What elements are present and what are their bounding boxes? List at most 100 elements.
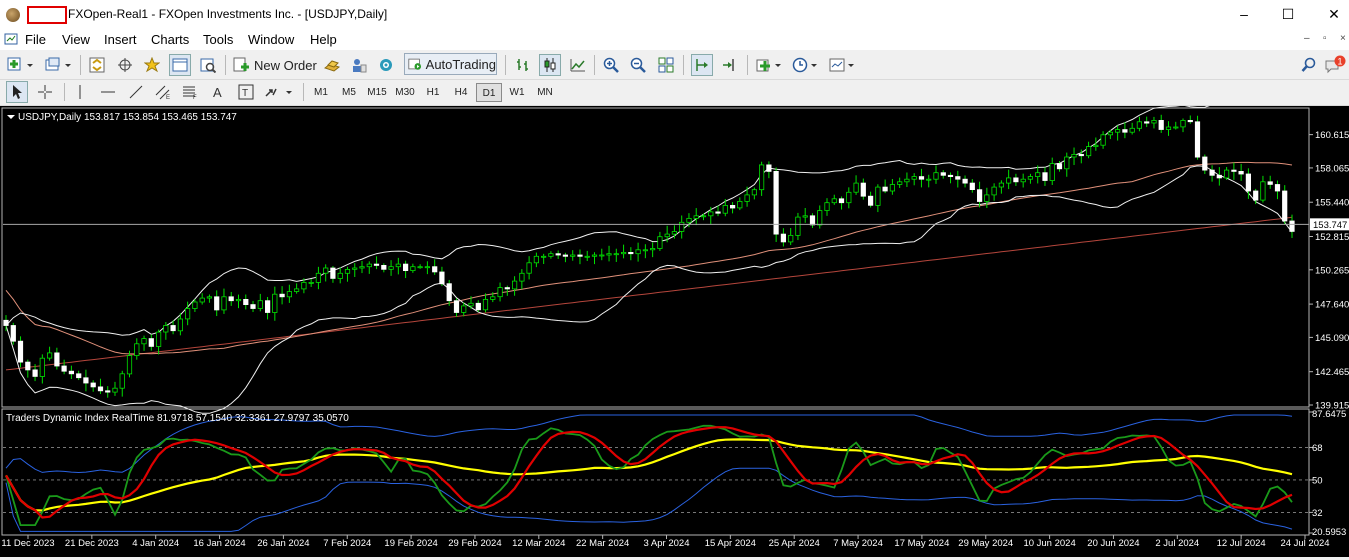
terminal-icon[interactable]	[169, 54, 191, 76]
profiles-icon[interactable]	[44, 54, 74, 76]
signals-icon[interactable]	[349, 54, 369, 76]
search-icon[interactable]	[1299, 54, 1319, 76]
auto-scroll-icon[interactable]	[720, 54, 740, 76]
bearish-candle	[1122, 129, 1128, 133]
bar-chart-icon[interactable]	[513, 54, 533, 76]
crosshair-move-icon[interactable]	[115, 54, 135, 76]
candlestick-chart-icon[interactable]	[539, 54, 561, 76]
menu-window[interactable]: Window	[248, 32, 294, 47]
fibonacci-icon[interactable]: F	[180, 81, 200, 103]
autotrading-icon	[408, 58, 422, 70]
mdi-minimize-button[interactable]: –	[1304, 33, 1310, 44]
period-w1[interactable]: W1	[504, 83, 530, 102]
bullish-candle	[235, 298, 242, 302]
new-order-button[interactable]: New Order	[233, 54, 317, 76]
autotrading-button[interactable]: AutoTrading	[404, 53, 497, 75]
bullish-candle	[323, 267, 329, 274]
menu-help[interactable]: Help	[310, 32, 337, 47]
period-d1[interactable]: D1	[476, 83, 502, 102]
bullish-candle	[308, 281, 314, 284]
bullish-candle	[584, 255, 590, 258]
period-m1[interactable]: M1	[308, 83, 334, 102]
period-h4[interactable]: H4	[448, 83, 474, 102]
new-chart-icon[interactable]	[6, 54, 36, 76]
tile-windows-icon[interactable]	[656, 54, 676, 76]
bullish-candle	[744, 194, 750, 202]
bullish-candle	[621, 251, 627, 255]
period-mn[interactable]: MN	[532, 83, 558, 102]
indicators-icon[interactable]	[755, 54, 785, 76]
chart-shift-icon[interactable]	[691, 54, 713, 76]
equidistant-channel-icon[interactable]: E	[153, 81, 173, 103]
bullish-candle	[1035, 172, 1041, 177]
horizontal-line-icon[interactable]	[98, 81, 118, 103]
menu-file[interactable]: File	[25, 32, 46, 47]
bullish-candle	[1086, 146, 1092, 157]
date-axis-label: 26 Jan 2024	[257, 538, 309, 549]
arrows-icon[interactable]	[263, 81, 295, 103]
chart-window-icon[interactable]	[4, 32, 18, 46]
templates-icon[interactable]	[828, 54, 858, 76]
chart-canvas[interactable]: 153.747 160.615 158.065 155.440 152.815 150.…	[0, 94, 1349, 557]
bullish-candle	[47, 352, 53, 359]
bullish-candle	[497, 287, 503, 298]
toolbar-separator	[64, 83, 65, 101]
bullish-candle	[301, 281, 307, 290]
bullish-candle	[184, 308, 191, 320]
bearish-candle	[1056, 163, 1063, 170]
bullish-candle	[1165, 126, 1172, 130]
toolbar-separator	[80, 55, 81, 75]
bearish-candle	[381, 264, 387, 270]
bullish-candle	[1006, 177, 1012, 184]
bullish-candle	[897, 181, 903, 185]
menu-insert[interactable]: Insert	[104, 32, 137, 47]
bullish-candle	[1093, 144, 1099, 147]
bullish-candle	[635, 249, 641, 255]
vertical-line-icon[interactable]	[70, 81, 90, 103]
bearish-candle	[214, 296, 220, 311]
period-m5[interactable]: M5	[336, 83, 362, 102]
bullish-candle	[788, 234, 794, 243]
zoom-out-icon[interactable]	[628, 54, 648, 76]
bearish-candle	[90, 382, 96, 388]
notifications-icon[interactable]: 1	[1324, 54, 1346, 76]
gold-bars-icon[interactable]	[322, 54, 342, 76]
indicator-axis-label: 50	[1312, 475, 1323, 486]
new-order-icon	[233, 57, 249, 72]
menu-charts[interactable]: Charts	[151, 32, 189, 47]
crosshair-icon[interactable]	[35, 81, 55, 103]
bearish-candle	[1282, 190, 1288, 222]
chart-window[interactable]: 153.747 160.615 158.065 155.440 152.815 150.…	[0, 94, 1349, 557]
bullish-candle	[134, 343, 140, 357]
periodicity-icon[interactable]	[791, 54, 821, 76]
bullish-candle	[395, 263, 401, 268]
zoom-in-icon[interactable]	[601, 54, 621, 76]
menu-tools[interactable]: Tools	[203, 32, 233, 47]
bearish-candle	[279, 293, 285, 298]
navigator-icon[interactable]	[142, 54, 162, 76]
toolbar-separator	[683, 55, 684, 75]
line-chart-icon[interactable]	[568, 54, 588, 76]
bullish-candle	[1180, 119, 1186, 128]
strategy-tester-icon[interactable]	[198, 54, 218, 76]
period-h1[interactable]: H1	[420, 83, 446, 102]
market-watch-icon[interactable]	[87, 54, 107, 76]
close-button[interactable]: ✕	[1311, 0, 1349, 30]
text-tool-icon[interactable]: A	[208, 81, 228, 103]
market-icon[interactable]	[376, 54, 396, 76]
period-m30[interactable]: M30	[392, 83, 418, 102]
text-label-icon[interactable]: T	[236, 81, 256, 103]
bearish-candle	[555, 253, 561, 256]
bearish-candle	[1238, 171, 1244, 175]
date-axis-label: 21 Dec 2023	[65, 538, 119, 549]
trendline-icon[interactable]	[126, 81, 146, 103]
mdi-restore-button[interactable]: ▫	[1323, 33, 1327, 44]
cursor-icon[interactable]	[6, 81, 28, 103]
mdi-close-button[interactable]: ×	[1340, 33, 1346, 44]
menu-view[interactable]: View	[62, 32, 90, 47]
bullish-candle	[650, 248, 656, 251]
period-m15[interactable]: M15	[364, 83, 390, 102]
minimize-button[interactable]: –	[1221, 0, 1267, 30]
maximize-button[interactable]: ☐	[1265, 0, 1311, 30]
bullish-candle	[1115, 129, 1121, 133]
